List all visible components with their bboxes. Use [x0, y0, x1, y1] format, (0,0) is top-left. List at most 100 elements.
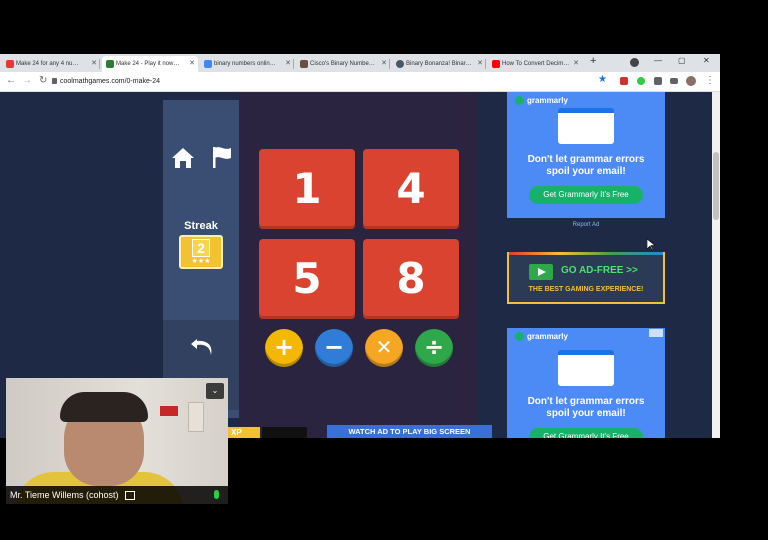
- tab-binary-bonanza[interactable]: Binary Bonanza! Binar… ✕: [392, 56, 486, 72]
- tab-favicon-icon: [6, 60, 14, 68]
- tab-convert-decimal[interactable]: How To Convert Decim… ✕: [488, 56, 582, 72]
- mouse-cursor-icon: [647, 239, 655, 251]
- tab-favicon-icon: [204, 60, 212, 68]
- wall-sign: [160, 406, 178, 416]
- email-mockup-icon: [558, 108, 614, 144]
- lock-icon[interactable]: [52, 78, 57, 84]
- share-icon[interactable]: [125, 491, 136, 501]
- tab-label: binary numbers onlin…: [214, 61, 276, 67]
- email-mockup-icon: [558, 350, 614, 386]
- tab-favicon-icon: [492, 60, 500, 68]
- streak-badge: 2 ★★★: [179, 235, 223, 269]
- address-toolbar: ← → ↻ coolmathgames.com/0-make-24 ★ ⋮: [0, 72, 720, 92]
- grammarly-ad-top[interactable]: grammarly Don't let grammar errors spoil …: [507, 92, 665, 218]
- grammarly-logo-icon: [515, 332, 524, 342]
- extension-check-icon[interactable]: [637, 77, 645, 85]
- close-icon[interactable]: ✕: [285, 56, 291, 72]
- flag-icon[interactable]: [210, 144, 234, 170]
- tab-search-icon[interactable]: [630, 58, 639, 67]
- microphone-icon[interactable]: [214, 490, 219, 499]
- tab-label: Cisco's Binary Numbe…: [310, 61, 375, 67]
- report-ad-link[interactable]: Report Ad: [507, 222, 665, 228]
- maximize-button[interactable]: ▢: [678, 56, 686, 65]
- url-field[interactable]: coolmathgames.com/0-make-24: [60, 75, 620, 88]
- close-icon[interactable]: ✕: [189, 56, 195, 72]
- extensions-puzzle-icon[interactable]: [654, 77, 662, 85]
- streak-stars: ★★★: [191, 258, 211, 265]
- ad-headline-line1: Don't let grammar errors: [527, 154, 645, 165]
- get-grammarly-button[interactable]: Get Grammarly It's Free: [529, 428, 643, 438]
- reload-icon[interactable]: ↻: [39, 75, 47, 87]
- xp-badge: XP: [228, 427, 260, 438]
- grammarly-logo-icon: [515, 96, 524, 106]
- tab-divider: [99, 59, 100, 69]
- streak-label: Streak: [184, 220, 218, 232]
- new-tab-button[interactable]: +: [590, 55, 596, 67]
- tab-cisco-binary[interactable]: Cisco's Binary Numbe… ✕: [296, 56, 390, 72]
- ad-headline: Don't let grammar errors spoil your email…: [507, 396, 665, 420]
- divide-button[interactable]: ÷: [415, 329, 453, 367]
- back-arrow-icon[interactable]: ←: [6, 75, 16, 87]
- minimize-button[interactable]: —: [654, 56, 662, 65]
- ad-headline-line2: spoil your email!: [546, 408, 626, 419]
- go-ad-free-banner[interactable]: GO AD-FREE >> THE BEST GAMING EXPERIENCE…: [507, 252, 665, 304]
- close-icon[interactable]: ✕: [573, 56, 579, 72]
- home-icon[interactable]: [170, 146, 196, 170]
- close-icon[interactable]: ✕: [381, 56, 387, 72]
- grammarly-ad-bottom[interactable]: grammarly Don't let grammar errors spoil …: [507, 328, 665, 438]
- undo-icon[interactable]: [188, 333, 216, 359]
- menu-dots-icon[interactable]: ⋮: [705, 75, 715, 87]
- close-icon[interactable]: ✕: [477, 56, 483, 72]
- participant-nameplate: Mr. Tieme Willems (cohost): [6, 486, 228, 504]
- rainbow-strip: [509, 252, 663, 255]
- ad-brand-label: grammarly: [527, 96, 568, 105]
- browser-tab-bar: Make 24 for any 4 nu… ✕ Make 24 - Play i…: [0, 54, 720, 72]
- play-icon: [529, 264, 553, 280]
- page-scrollbar[interactable]: [712, 92, 720, 438]
- tab-divider: [485, 59, 486, 69]
- plus-button[interactable]: +: [265, 329, 303, 367]
- scrollbar-thumb[interactable]: [713, 152, 719, 220]
- ad-headline-line2: spoil your email!: [546, 166, 626, 177]
- tab-label: Make 24 - Play it now…: [116, 61, 180, 67]
- ad-choices-icon[interactable]: [649, 329, 663, 337]
- tab-make24-calculator[interactable]: Make 24 for any 4 nu… ✕: [2, 56, 100, 72]
- tab-favicon-icon: [300, 60, 308, 68]
- tab-divider: [389, 59, 390, 69]
- minus-button[interactable]: −: [315, 329, 353, 367]
- tab-favicon-icon: [396, 60, 404, 68]
- ad-headline: Don't let grammar errors spoil your email…: [507, 154, 665, 178]
- bookmark-star-icon[interactable]: ★: [598, 74, 607, 85]
- ad-headline-line1: Don't let grammar errors: [527, 396, 645, 407]
- participant-name: Mr. Tieme Willems (cohost): [10, 490, 119, 500]
- grammarly-brand: grammarly: [515, 96, 568, 106]
- tab-label: Make 24 for any 4 nu…: [16, 61, 79, 67]
- pdf-extension-icon[interactable]: [620, 77, 628, 85]
- wall-phone: [188, 402, 204, 432]
- media-controls-icon[interactable]: [670, 78, 678, 84]
- number-tile[interactable]: 5: [259, 239, 355, 319]
- xp-bar: [262, 427, 307, 438]
- window-close-button[interactable]: ✕: [703, 56, 710, 65]
- tab-label: Binary Bonanza! Binar…: [406, 61, 472, 67]
- watch-ad-button[interactable]: WATCH AD TO PLAY BIG SCREEN: [327, 425, 492, 438]
- tab-label: How To Convert Decim…: [502, 61, 570, 67]
- number-tile[interactable]: 4: [363, 149, 459, 229]
- grammarly-brand: grammarly: [515, 332, 568, 342]
- streak-value: 2: [192, 239, 210, 257]
- forward-arrow-icon[interactable]: →: [22, 75, 32, 87]
- profile-avatar-icon[interactable]: [686, 76, 696, 86]
- tab-divider: [293, 59, 294, 69]
- go-ad-free-title: GO AD-FREE >>: [561, 265, 638, 276]
- tab-binary-numbers[interactable]: binary numbers onlin… ✕: [200, 56, 294, 72]
- person-hair: [60, 392, 148, 422]
- tab-make24-game[interactable]: Make 24 - Play it now… ✕: [102, 56, 198, 72]
- number-tile[interactable]: 8: [363, 239, 459, 319]
- go-ad-free-subtitle: THE BEST GAMING EXPERIENCE!: [528, 286, 644, 293]
- close-icon[interactable]: ✕: [91, 56, 97, 72]
- get-grammarly-button[interactable]: Get Grammarly It's Free: [529, 186, 643, 204]
- tab-favicon-icon: [106, 60, 114, 68]
- multiply-button[interactable]: ✕: [365, 329, 403, 367]
- number-tile[interactable]: 1: [259, 149, 355, 229]
- chevron-down-icon[interactable]: ⌄: [206, 383, 224, 399]
